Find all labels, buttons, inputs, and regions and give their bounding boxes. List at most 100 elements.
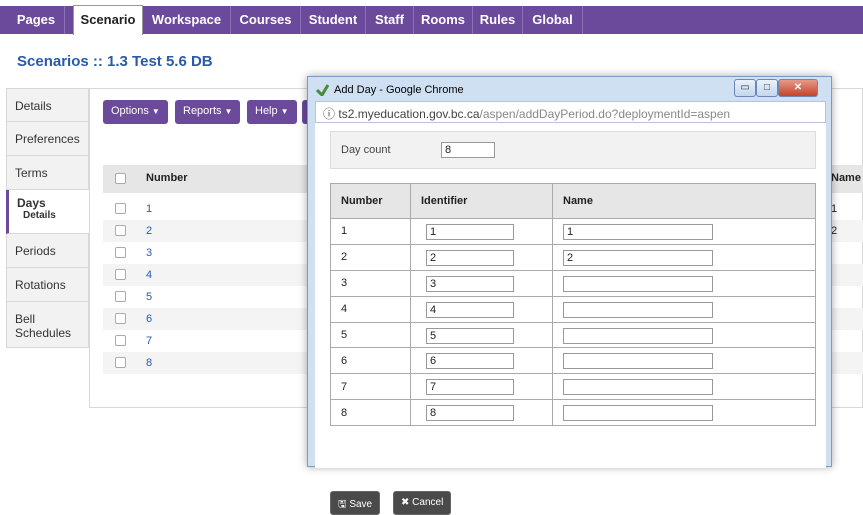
table-row: 33 (330, 269, 816, 297)
row-checkbox[interactable] (115, 269, 126, 280)
sidebar-item-days[interactable]: Days Details (6, 190, 89, 234)
name-input[interactable] (563, 301, 713, 318)
sidebar-item-label: Terms (15, 166, 48, 180)
name-input[interactable]: 1 (563, 224, 713, 240)
save-label: Save (349, 499, 373, 510)
sidebar-item-label: Preferences (15, 132, 80, 146)
number-column-header[interactable]: Number (146, 172, 188, 184)
day-count-input[interactable]: 8 (441, 142, 495, 158)
maximize-button[interactable]: □ (756, 79, 778, 97)
info-icon[interactable]: ⓘ (323, 107, 335, 121)
name-cell (552, 399, 816, 427)
name-input[interactable] (563, 379, 713, 396)
sidebar-item-preferences[interactable]: Preferences (6, 122, 89, 156)
help-button[interactable]: Help ▼ (247, 100, 297, 124)
cancel-icon: ✖ (401, 497, 413, 508)
tab-global[interactable]: Global (523, 6, 583, 34)
identifier-input[interactable]: 8 (426, 405, 514, 422)
table-header-row: Number Identifier Name (330, 183, 816, 219)
row-number: 5 (330, 321, 411, 349)
sidebar-item-rotations[interactable]: Rotations (6, 268, 89, 302)
table-row: 66 (330, 347, 816, 375)
name-input[interactable] (563, 327, 713, 344)
url-path: /aspen/addDayPeriod.do?deploymentId=aspe… (479, 107, 731, 121)
sidebar-subitem-details[interactable]: Details (17, 210, 89, 221)
options-button[interactable]: Options ▼ (103, 100, 168, 124)
row-number: 1 (330, 218, 411, 245)
days-table: Number Identifier Name 111 222 33 44 55 … (330, 183, 816, 427)
row-number: 3 (330, 269, 411, 297)
sidebar-item-label: Bell Schedules (15, 312, 72, 340)
row-number-link[interactable]: 1 (146, 203, 152, 215)
row-checkbox[interactable] (115, 335, 126, 346)
close-button[interactable]: ✕ (778, 79, 818, 97)
identifier-column-header: Identifier (410, 183, 553, 219)
chevron-down-icon: ▼ (224, 107, 233, 116)
name-cell (552, 373, 816, 401)
row-checkbox[interactable] (115, 357, 126, 368)
row-number-link[interactable]: 6 (146, 313, 152, 325)
name-input[interactable]: 2 (563, 249, 713, 266)
sidebar-item-label: Days (17, 196, 46, 210)
identifier-input[interactable]: 7 (426, 379, 514, 396)
sidebar-item-periods[interactable]: Periods (6, 234, 89, 268)
name-input[interactable] (563, 405, 713, 422)
row-checkbox[interactable] (115, 225, 126, 236)
identifier-input[interactable]: 6 (426, 353, 514, 370)
tab-courses[interactable]: Courses (231, 6, 301, 34)
table-row: 55 (330, 321, 816, 349)
tab-student[interactable]: Student (301, 6, 366, 34)
day-count-label: Day count (341, 144, 391, 156)
row-checkbox[interactable] (115, 203, 126, 214)
identifier-input[interactable]: 4 (426, 301, 514, 318)
tab-rooms[interactable]: Rooms (414, 6, 473, 34)
tab-pages[interactable]: Pages (8, 6, 65, 34)
cancel-button[interactable]: ✖ Cancel (393, 491, 452, 515)
reports-button[interactable]: Reports ▼ (175, 100, 241, 124)
sidebar-item-label: Periods (15, 244, 56, 258)
row-number-link[interactable]: 2 (146, 225, 152, 237)
table-row: 44 (330, 295, 816, 323)
row-number-link[interactable]: 7 (146, 335, 152, 347)
row-number-link[interactable]: 3 (146, 247, 152, 259)
identifier-input[interactable]: 1 (426, 224, 514, 240)
url-bar[interactable]: ⓘ ts2.myeducation.gov.bc.ca/aspen/addDay… (315, 101, 826, 123)
row-number: 4 (330, 295, 411, 323)
day-count-section: Day count 8 (330, 131, 816, 169)
name-input[interactable] (563, 353, 713, 370)
identifier-input[interactable]: 3 (426, 275, 514, 292)
row-checkbox[interactable] (115, 247, 126, 258)
side-nav: Details Preferences Terms Days Details P… (6, 88, 89, 348)
save-button[interactable]: 🖫 Save (330, 491, 381, 515)
table-row: 222 (330, 243, 816, 271)
row-checkbox[interactable] (115, 291, 126, 302)
tab-workspace[interactable]: Workspace (143, 6, 231, 34)
name-column-header[interactable]: Name (831, 172, 861, 184)
tab-rules[interactable]: Rules (473, 6, 523, 34)
select-all-checkbox[interactable] (115, 173, 126, 184)
name-cell (552, 347, 816, 375)
table-row: 88 (330, 399, 816, 427)
identifier-input[interactable]: 2 (426, 249, 514, 266)
sidebar-item-details[interactable]: Details (6, 88, 89, 122)
sidebar-item-bell-schedules[interactable]: Bell Schedules (6, 302, 89, 348)
save-icon: 🖫 (338, 499, 350, 510)
row-number-link[interactable]: 8 (146, 357, 152, 369)
chevron-down-icon: ▼ (280, 107, 289, 116)
dialog-title: Add Day - Google Chrome (334, 84, 464, 96)
minimize-button[interactable]: ▭ (734, 79, 756, 97)
row-number-link[interactable]: 5 (146, 291, 152, 303)
sidebar-item-label: Rotations (15, 278, 66, 292)
name-column-header: Name (552, 183, 816, 219)
tab-staff[interactable]: Staff (366, 6, 414, 34)
cancel-label: Cancel (412, 497, 444, 508)
row-checkbox[interactable] (115, 313, 126, 324)
sidebar-item-terms[interactable]: Terms (6, 156, 89, 190)
name-input[interactable] (563, 275, 713, 292)
identifier-cell: 3 (410, 269, 553, 297)
row-number-link[interactable]: 4 (146, 269, 152, 281)
identifier-input[interactable]: 5 (426, 327, 514, 344)
page-title: Scenarios :: 1.3 Test 5.6 DB (17, 53, 213, 70)
tab-scenario[interactable]: Scenario (73, 5, 143, 35)
top-nav: Pages Scenario Workspace Courses Student… (0, 0, 863, 35)
